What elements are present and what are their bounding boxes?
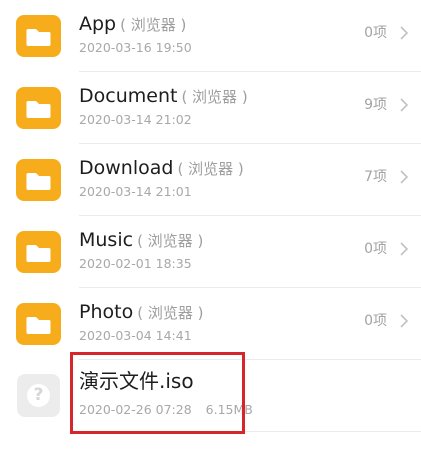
chevron-right-icon (400, 26, 408, 40)
item-count: 0项 (364, 241, 387, 257)
folder-date: 2020-03-14 21:01 (79, 184, 192, 199)
folder-tag: ( 浏览器 ) (120, 16, 187, 34)
folder-row-photo[interactable]: Photo( 浏览器 ) 2020-03-04 14:41 0项 (0, 288, 421, 360)
item-count: 9项 (364, 97, 387, 113)
folder-icon (16, 87, 61, 129)
folder-name: Document( 浏览器 ) (79, 85, 248, 107)
folder-icon (16, 303, 61, 345)
folder-name: Download( 浏览器 ) (79, 157, 244, 179)
folder-date: 2020-03-14 21:02 (79, 112, 192, 127)
folder-name: Music( 浏览器 ) (79, 229, 204, 251)
question-mark-glyph: ? (27, 384, 50, 407)
item-count: 0项 (364, 25, 387, 41)
folder-name: Photo( 浏览器 ) (79, 301, 204, 323)
folder-tag: ( 浏览器 ) (177, 160, 244, 178)
chevron-right-icon (400, 170, 408, 184)
item-count: 7项 (364, 169, 387, 185)
folder-icon (16, 15, 61, 57)
folder-row-download[interactable]: Download( 浏览器 ) 2020-03-14 21:01 7项 (0, 144, 421, 216)
chevron-right-icon (400, 242, 408, 256)
highlight-box (70, 352, 245, 434)
folder-row-app[interactable]: App( 浏览器 ) 2020-03-16 19:50 0项 (0, 0, 421, 72)
folder-name: App( 浏览器 ) (79, 13, 187, 35)
chevron-right-icon (400, 314, 408, 328)
folder-tag: ( 浏览器 ) (137, 232, 204, 250)
item-count: 0项 (364, 313, 387, 329)
folder-date: 2020-03-04 14:41 (79, 328, 192, 343)
folder-icon (16, 159, 61, 201)
folder-icon (16, 231, 61, 273)
chevron-right-icon (400, 98, 408, 112)
folder-row-document[interactable]: Document( 浏览器 ) 2020-03-14 21:02 9项 (0, 72, 421, 144)
folder-tag: ( 浏览器 ) (137, 304, 204, 322)
unknown-file-icon: ? (17, 374, 60, 417)
folder-row-music[interactable]: Music( 浏览器 ) 2020-02-01 18:35 0项 (0, 216, 421, 288)
folder-tag: ( 浏览器 ) (181, 88, 248, 106)
folder-date: 2020-02-01 18:35 (79, 256, 192, 271)
folder-date: 2020-03-16 19:50 (79, 40, 192, 55)
file-list: App( 浏览器 ) 2020-03-16 19:50 0项 Document(… (0, 0, 421, 463)
